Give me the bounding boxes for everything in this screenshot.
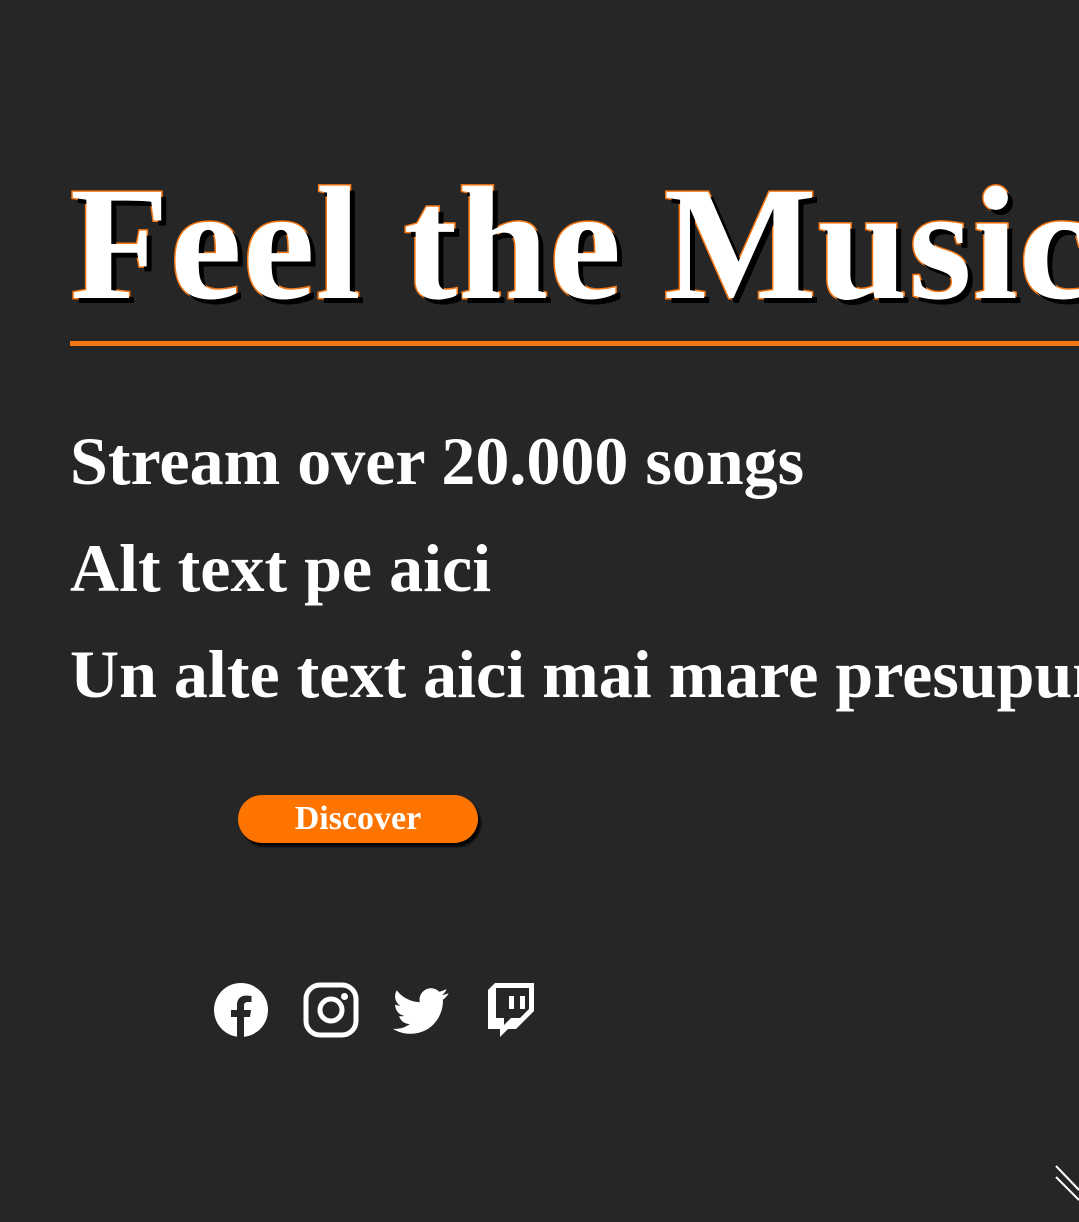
hero-subtitle-long: Un alte text aici mai mare presupun [70, 636, 1079, 712]
instagram-link[interactable] [303, 982, 359, 1038]
hero-subtitle-alt: Alt text pe aici [70, 530, 492, 606]
hero-subtitle-songs: Stream over 20.000 songs [70, 423, 805, 499]
discover-button[interactable]: Discover [238, 795, 478, 843]
twitch-icon [488, 983, 534, 1037]
twitter-icon [393, 988, 449, 1034]
resize-grip-icon [1055, 1165, 1079, 1201]
instagram-icon [303, 982, 359, 1038]
twitch-link[interactable] [485, 982, 537, 1038]
title-underline [70, 341, 1079, 346]
resize-grip[interactable] [1052, 1160, 1079, 1202]
hero-section: Feel the Music Stream over 20.000 songs … [70, 0, 1079, 1222]
twitter-link[interactable] [393, 982, 449, 1038]
facebook-link[interactable] [213, 982, 269, 1038]
hero-title: Feel the Music [70, 155, 1079, 334]
facebook-icon [214, 983, 268, 1037]
